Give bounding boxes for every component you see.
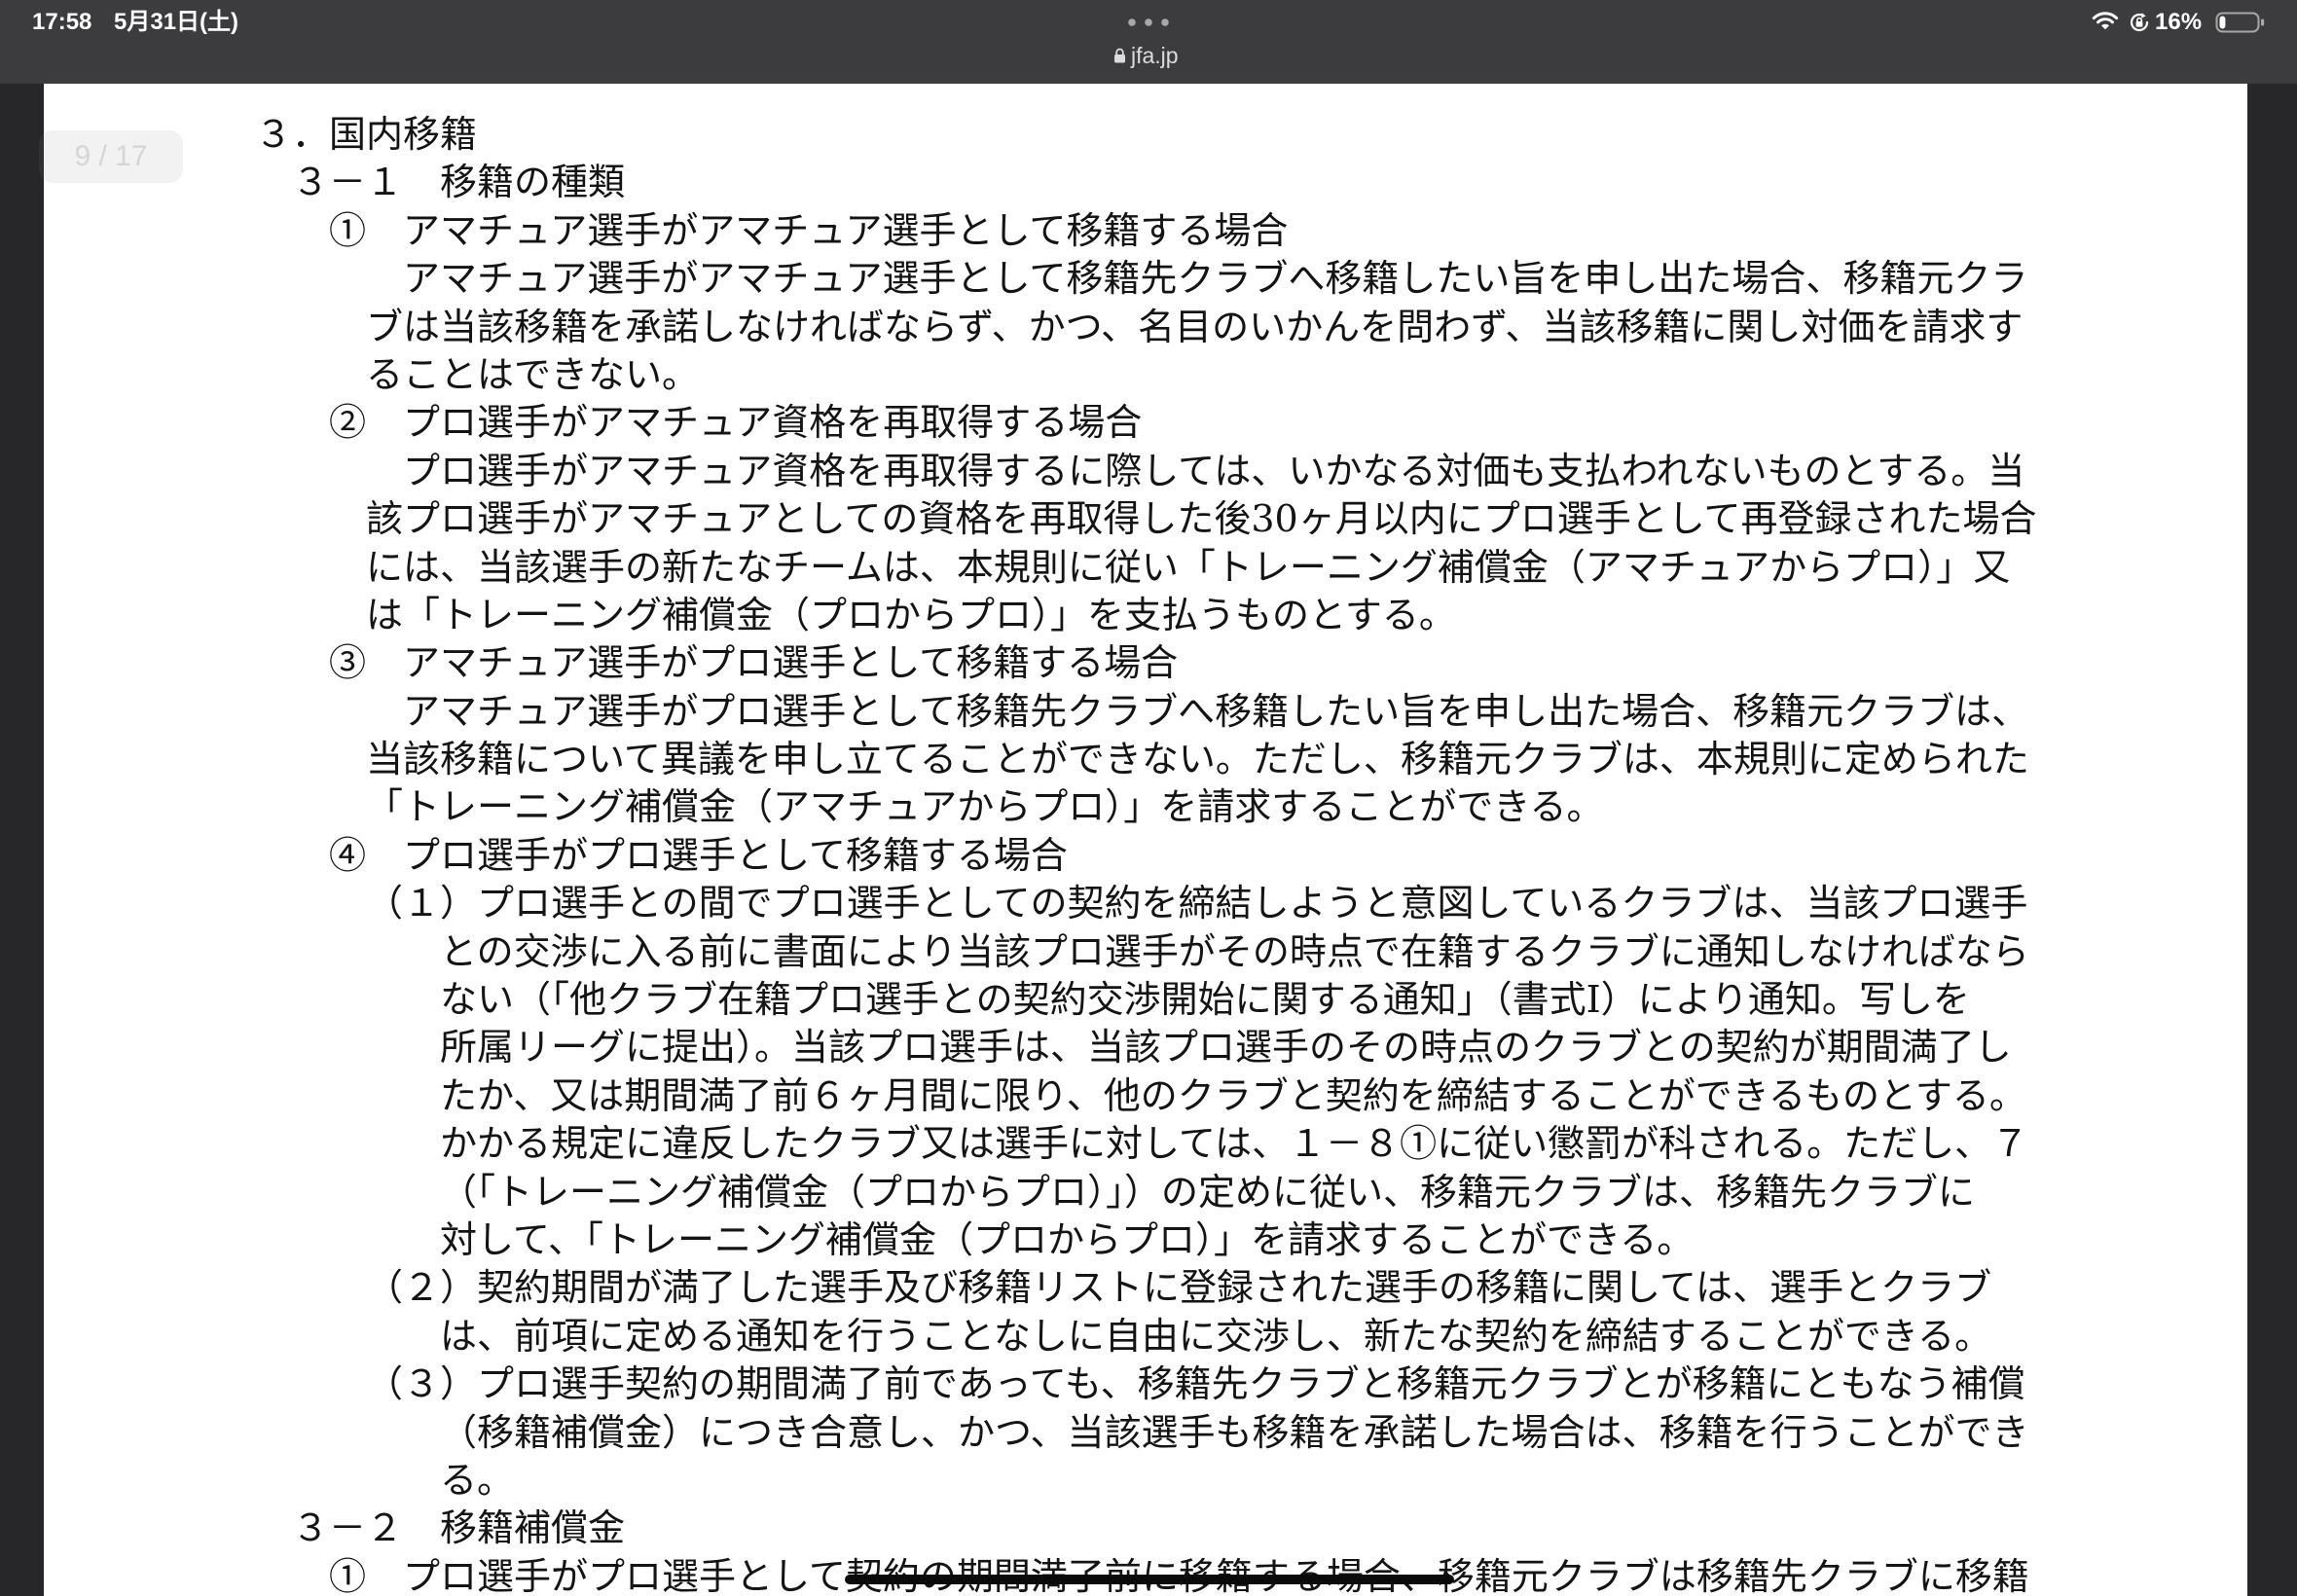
subsection-title: ３－１ 移籍の種類 bbox=[292, 161, 626, 204]
clause-line: かかる規定に違反したクラブ又は選手に対しては、１－８①に従い懲罰が科される。ただ… bbox=[440, 1122, 2029, 1166]
clause-line: 対して、「トレーニング補償金（プロからプロ）」を請求することができる。 bbox=[440, 1217, 1695, 1261]
clause-line: （１）プロ選手との間でプロ選手としての契約を締結しようと意図しているクラブは、当… bbox=[366, 882, 2028, 925]
page-indicator: 9 / 17 bbox=[39, 130, 183, 183]
paragraph-line: ることはできない。 bbox=[366, 352, 700, 396]
url-label: jfa.jp bbox=[1131, 43, 1179, 68]
clause-line: （移籍補償金）につき合意し、かつ、当該選手も移籍を承諾した場合は、移籍を行うこと… bbox=[440, 1410, 2029, 1454]
item-title: ① アマチュア選手がアマチュア選手として移籍する場合 bbox=[329, 208, 1289, 252]
clause-line: （２）契約期間が満了した選手及び移籍リストに登録された選手の移籍に関しては、選手… bbox=[366, 1266, 1992, 1310]
status-date: 5月31日(土) bbox=[114, 9, 239, 35]
clause-line: は、前項に定める通知を行うことなしに自由に交渉し、新たな契約を締結することができ… bbox=[440, 1314, 1992, 1358]
paragraph-line: アマチュア選手がプロ選手として移籍先クラブへ移籍したい旨を申し出た場合、移籍元ク… bbox=[403, 689, 2029, 733]
orientation-lock-icon bbox=[2130, 13, 2149, 32]
clause-line: る。 bbox=[440, 1458, 515, 1502]
paragraph-line: アマチュア選手がアマチュア選手として移籍先クラブへ移籍したい旨を申し出た場合、移… bbox=[403, 257, 2028, 301]
paragraph-line: は「トレーニング補償金（プロからプロ）」を支払うものとする。 bbox=[366, 593, 1456, 636]
document-page[interactable]: ３．国内移籍 ３－１ 移籍の種類 ① アマチュア選手がアマチュア選手として移籍す… bbox=[44, 84, 2247, 1596]
status-time: 17:58 bbox=[32, 9, 92, 35]
clause-line: との交渉に入る前に書面により当該プロ選手がその時点で在籍するクラブに通知しなけれ… bbox=[440, 929, 2029, 973]
clause-line: 所属リーグに提出）。当該プロ選手は、当該プロ選手のその時点のクラブとの契約が期間… bbox=[440, 1026, 2012, 1070]
item-title: ② プロ選手がアマチュア資格を再取得する場合 bbox=[329, 401, 1143, 445]
paragraph-line: 「トレーニング補償金（アマチュアからプロ）」を請求することができる。 bbox=[366, 785, 1604, 829]
subsection-title: ３－２ 移籍補償金 bbox=[292, 1506, 626, 1550]
paragraph-line: 当該移籍について異議を申し立てることができない。ただし、移籍元クラブは、本規則に… bbox=[366, 738, 2029, 781]
lock-icon bbox=[1114, 48, 1125, 63]
item-title: ③ アマチュア選手がプロ選手として移籍する場合 bbox=[329, 641, 1179, 685]
wifi-icon bbox=[2092, 12, 2119, 30]
clause-line: たか、又は期間満了前６ヶ月間に限り、他のクラブと契約を締結することができるものと… bbox=[440, 1073, 2026, 1117]
item-title: ④ プロ選手がプロ選手として移籍する場合 bbox=[329, 833, 1068, 877]
battery-percent: 16% bbox=[2155, 9, 2203, 35]
battery-icon bbox=[2215, 12, 2265, 33]
clause-line: （「トレーニング補償金（プロからプロ）」）の定めに従い、移籍元クラブは、移籍先ク… bbox=[440, 1170, 1976, 1214]
paragraph-line: には、当該選手の新たなチームは、本規則に従い「トレーニング補償金（アマチュアから… bbox=[366, 545, 2011, 589]
battery-fill bbox=[2219, 16, 2226, 29]
paragraph-line: ブは当該移籍を承諾しなければならず、かつ、名目のいかんを問わず、当該移籍に関し対… bbox=[366, 305, 2024, 348]
paragraph-line: 該プロ選手がアマチュアとしての資格を再取得した後30ヶ月以内にプロ選手として再登… bbox=[366, 497, 2037, 541]
document-text: ３．国内移籍 ３－１ 移籍の種類 ① アマチュア選手がアマチュア選手として移籍す… bbox=[44, 111, 2247, 1596]
more-dots-icon[interactable] bbox=[1127, 18, 1170, 27]
clause-line: （３）プロ選手契約の期間満了前であっても、移籍先クラブと移籍元クラブとが移籍にと… bbox=[366, 1362, 2025, 1406]
paragraph-line: プロ選手がアマチュア資格を再取得するに際しては、いかなる対価も支払われないものと… bbox=[403, 449, 2025, 492]
section-heading: ３．国内移籍 bbox=[255, 113, 478, 156]
home-indicator[interactable] bbox=[845, 1575, 1454, 1584]
status-bar: 17:58 5月31日(土) jfa.jp 16% bbox=[0, 0, 2297, 84]
clause-line: ない（「他クラブ在籍プロ選手との契約交渉開始に関する通知」（書式I）により通知。… bbox=[440, 978, 1970, 1022]
